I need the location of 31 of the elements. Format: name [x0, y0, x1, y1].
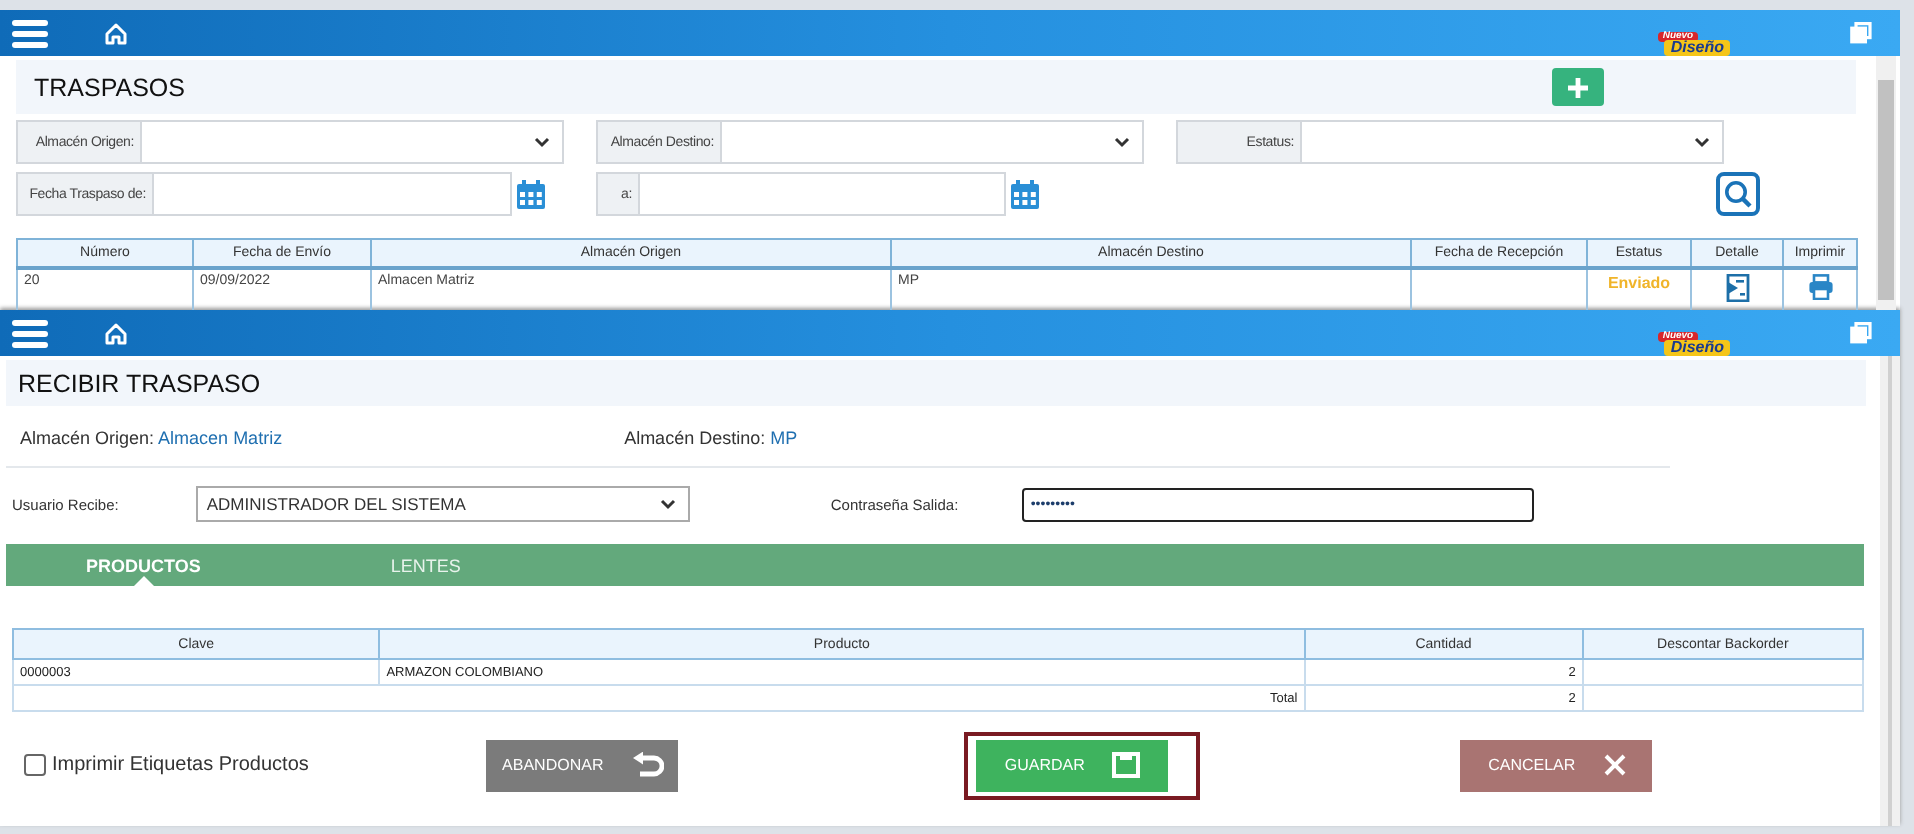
info-text: Almacén Destino: MP [624, 428, 798, 448]
home-icon[interactable] [104, 21, 128, 45]
undo-arrow-icon [631, 751, 664, 779]
user-dropdown[interactable]: ADMINISTRADOR DEL SISTEMA [196, 486, 691, 522]
menu-icon[interactable] [12, 319, 48, 347]
dialog-title: RECIBIR TRASPASO [18, 369, 261, 397]
menu-icon[interactable] [12, 19, 48, 47]
info-text: Almacén Origen: Almacen Matriz [20, 428, 283, 448]
restore-icon[interactable] [1850, 22, 1872, 44]
scrollbar[interactable] [1880, 356, 1900, 826]
print-labels-checkbox[interactable]: Imprimir Etiquetas Productos [24, 754, 309, 776]
chevron-down-icon [660, 498, 677, 510]
home-icon[interactable] [104, 321, 128, 345]
calendar-icon[interactable] [1010, 179, 1040, 209]
calendar-icon[interactable] [516, 179, 546, 209]
tab[interactable]: LENTES [390, 544, 461, 586]
page-title: TRASPASOS [34, 73, 185, 101]
abandon-button[interactable]: ABANDONAR [486, 739, 679, 791]
status-label: Enviado [1607, 274, 1671, 292]
search-icon [1724, 180, 1752, 208]
tab[interactable]: PRODUCTOS [86, 544, 201, 586]
restore-icon[interactable] [1850, 322, 1872, 344]
add-button[interactable] [1552, 68, 1604, 106]
document-icon[interactable] [1725, 274, 1749, 302]
save-button[interactable]: GUARDAR [976, 739, 1169, 791]
printer-icon[interactable] [1807, 274, 1833, 300]
search-button[interactable] [1716, 172, 1760, 216]
cancel-button[interactable]: CANCELAR [1460, 739, 1653, 791]
close-icon [1603, 754, 1626, 776]
plus-icon [1568, 77, 1588, 97]
scrollbar[interactable] [1876, 56, 1896, 310]
